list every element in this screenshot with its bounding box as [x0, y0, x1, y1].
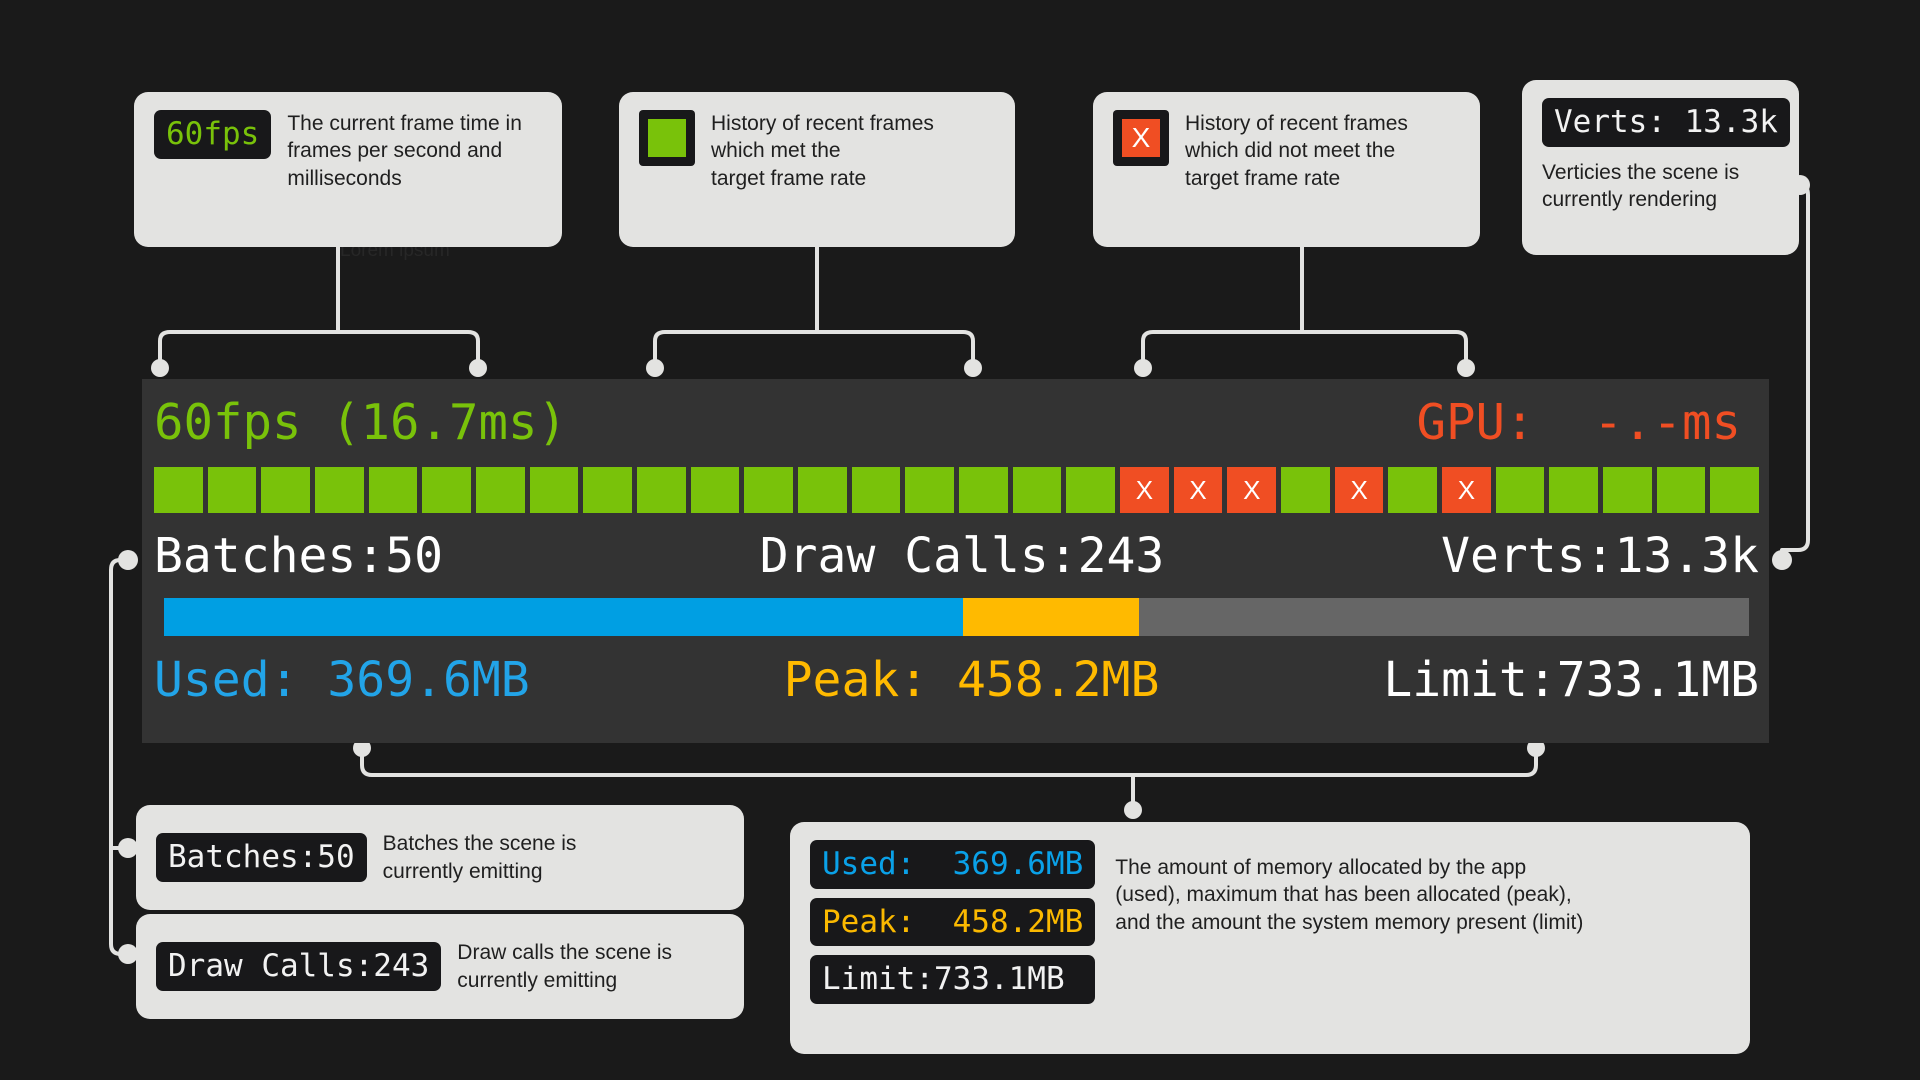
frame-cell-ok	[1549, 467, 1599, 513]
callout-draw-calls-text: Draw calls the scene is currently emitti…	[457, 941, 673, 992]
callout-frame-miss: X History of recent frames which did not…	[1093, 92, 1480, 247]
hud-peak-value: Peak: 458.2MB	[783, 652, 1160, 708]
connector-frame-ok	[653, 330, 975, 370]
callout-memory-text: The amount of memory allocated by the ap…	[1115, 856, 1584, 934]
frame-cell-miss: X	[1334, 467, 1384, 513]
frame-cell-ok	[1495, 467, 1545, 513]
frame-cell-ok	[1012, 467, 1062, 513]
hud-draw-calls-value: Draw Calls:243	[759, 528, 1165, 584]
memory-segment-peak	[962, 598, 1139, 636]
hud-frame-history: XXXXX	[154, 467, 1760, 513]
memory-chip-amber: Peak: 458.2MB	[810, 897, 1096, 947]
frame-cell-ok	[798, 467, 847, 513]
memory-segment-free	[1138, 598, 1749, 636]
frame-cell-ok	[1281, 467, 1330, 513]
frame-cell-ok	[690, 467, 740, 513]
frame-cell-ok	[744, 467, 794, 513]
frame-cell-ok	[1656, 467, 1706, 513]
draw-calls-chip: Draw Calls:243	[156, 942, 442, 991]
callout-frame-miss-text: History of recent frames which did not m…	[1185, 112, 1408, 190]
hud-limit-value: Limit:733.1MB	[1383, 652, 1759, 708]
green-square-fill	[648, 119, 686, 157]
frame-cell-ok	[154, 467, 203, 513]
memory-chip-white: Limit:733.1MB	[810, 955, 1096, 1004]
frame-cell-miss: X	[1173, 467, 1223, 513]
hud-fps-value: 60fps (16.7ms)	[154, 393, 568, 451]
connector-left-bracket	[109, 558, 123, 956]
connector-dot	[1134, 359, 1152, 377]
frame-cell-ok	[1066, 467, 1116, 513]
connector-dot	[1457, 359, 1475, 377]
frame-cell-miss: X	[1227, 467, 1277, 513]
connector-dot	[118, 944, 138, 964]
batches-chip: Batches:50	[156, 833, 367, 882]
callout-frame-ok-text: History of recent frames which met the t…	[711, 112, 934, 190]
hud-stats-row: Batches:50 Draw Calls:243 Verts:13.3k	[154, 525, 1759, 587]
callout-frame-ok: History of recent frames which met the t…	[619, 92, 1015, 247]
frame-cell-ok	[851, 467, 901, 513]
hud-memory-bar	[164, 598, 1749, 636]
callout-fps-text: The current frame time in frames per sec…	[287, 112, 522, 190]
fps-chip: 60fps	[154, 110, 272, 159]
callout-draw-calls: Draw Calls:243 Draw calls the scene is c…	[136, 914, 744, 1019]
frame-cell-miss: X	[1442, 467, 1491, 513]
frame-cell-ok	[529, 467, 579, 513]
callout-verts-text: Verticies the scene is currently renderi…	[1542, 160, 1740, 211]
frame-cell-ok	[422, 467, 472, 513]
frame-cell-ok	[207, 467, 257, 513]
hud-verts-value: Verts:13.3k	[1441, 528, 1759, 584]
frame-cell-ok	[959, 467, 1008, 513]
callout-batches-text: Batches the scene is currently emitting	[382, 832, 577, 883]
connector-memory	[360, 746, 1538, 777]
frame-cell-miss: X	[1120, 467, 1169, 513]
frame-cell-ok	[315, 467, 364, 513]
green-square-icon	[639, 110, 695, 166]
hud-memory-row: Used: 369.6MB Peak: 458.2MB Limit:733.1M…	[154, 649, 1759, 711]
hud-gpu-value: GPU: -.-ms	[1416, 393, 1741, 451]
connector-dot	[1124, 801, 1142, 819]
connector-dot	[151, 359, 169, 377]
connector-dot	[1772, 550, 1792, 570]
hud-used-value: Used: 369.6MB	[154, 652, 530, 708]
connector-dot	[964, 359, 982, 377]
connector-dot	[646, 359, 664, 377]
callout-batches: Batches:50 Batches the scene is currentl…	[136, 805, 744, 910]
frame-cell-ok	[476, 467, 525, 513]
hud-batches-value: Batches:50	[154, 528, 443, 584]
callout-memory: Used: 369.6MB Peak: 458.2MB Limit:733.1MB …	[790, 822, 1750, 1054]
frame-cell-ok	[583, 467, 633, 513]
verts-chip: Verts: 13.3k	[1542, 98, 1790, 147]
connector-dot	[118, 550, 138, 570]
connector-dot	[469, 359, 487, 377]
connector-fps	[158, 330, 480, 370]
callout-verts: Verts: 13.3k Verticies the scene is curr…	[1522, 80, 1799, 255]
connector-dot	[118, 838, 138, 858]
memory-chip-blue: Used: 369.6MB	[810, 840, 1096, 889]
hud-fps-row: 60fps (16.7ms) GPU: -.-ms	[154, 389, 1759, 455]
frame-cell-ok	[905, 467, 955, 513]
frame-cell-ok	[368, 467, 418, 513]
frame-cell-ok	[1388, 467, 1438, 513]
memory-chip-group: Used: 369.6MB Peak: 458.2MB Limit:733.1MB	[810, 840, 1096, 1004]
memory-segment-used	[164, 598, 963, 636]
frame-cell-ok	[1710, 467, 1760, 513]
connector-frame-miss	[1141, 330, 1468, 370]
red-x-square-icon: X	[1113, 110, 1169, 166]
frame-cell-ok	[261, 467, 311, 513]
infographic-canvas: Lorem ipsum 60fps The current frame time…	[0, 0, 1920, 1080]
red-x-glyph: X	[1122, 119, 1160, 157]
performance-hud-panel: 60fps (16.7ms) GPU: -.-ms XXXXX Batches:…	[142, 379, 1769, 743]
callout-fps: 60fps The current frame time in frames p…	[134, 92, 562, 247]
frame-cell-ok	[637, 467, 686, 513]
frame-cell-ok	[1603, 467, 1652, 513]
